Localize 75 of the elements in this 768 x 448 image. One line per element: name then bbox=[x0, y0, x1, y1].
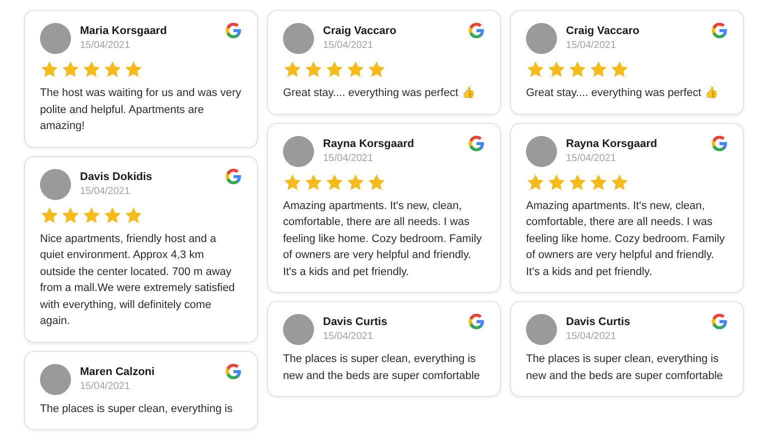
avatar bbox=[526, 136, 557, 166]
review-text: Amazing apartments. It's new, clean, comfortable, there are all needs. I was feeling like home. Cozy bedroom. Family of owners are very helpful and friendly. It's a kids and pet friendly. bbox=[526, 198, 726, 280]
star-icon bbox=[568, 60, 587, 79]
star-icon bbox=[367, 60, 386, 79]
star-icon bbox=[103, 60, 122, 79]
star-icon bbox=[589, 60, 608, 79]
reviewer-name: Rayna Korsgaard bbox=[323, 138, 416, 150]
google-icon bbox=[468, 22, 485, 39]
reviewer-name: Craig Vaccaro bbox=[566, 25, 640, 37]
review-date: 15/04/2021 bbox=[80, 186, 132, 196]
star-icon bbox=[304, 172, 323, 192]
review-text: The host was waiting for us and was very polite and helpful. Apartments are amazing! bbox=[40, 86, 242, 134]
star-icon bbox=[526, 60, 545, 79]
review-date: 15/04/2021 bbox=[80, 380, 132, 392]
review-text: The places is super clean, everything is new and the beds are super comfortable bbox=[526, 352, 724, 384]
star-icon bbox=[40, 206, 59, 224]
review-date: 15/04/2021 bbox=[323, 331, 374, 342]
review-text: Amazing apartments. It's new, clean, comfortable, there are all needs. I was feeling like home. Cozy bedroom. Family of owners are very helpful and friendly. It's a kids and pet friendly. bbox=[283, 198, 483, 280]
star-icon bbox=[610, 60, 629, 79]
avatar bbox=[40, 364, 71, 394]
star-icon bbox=[526, 172, 545, 192]
google-icon bbox=[225, 22, 242, 39]
star-icon bbox=[346, 172, 365, 192]
reviewer-name: Davis Dokidis bbox=[80, 170, 154, 182]
review-text: The places is super clean, everything is new and the beds are super comfortable bbox=[283, 352, 481, 384]
review-date: 15/04/2021 bbox=[566, 152, 618, 164]
google-icon bbox=[225, 362, 242, 380]
star-icon bbox=[547, 172, 566, 192]
star-icon bbox=[124, 206, 143, 224]
avatar bbox=[526, 23, 557, 54]
review-text: The places is super clean, everything is bbox=[40, 402, 234, 416]
reviewer-name: Davis Curtis bbox=[566, 316, 632, 328]
review-date: 15/04/2021 bbox=[566, 40, 618, 51]
star-icon bbox=[367, 172, 386, 192]
star-icon bbox=[40, 60, 59, 79]
review-date: 15/04/2021 bbox=[80, 40, 132, 51]
review-date: 15/04/2021 bbox=[323, 152, 374, 164]
star-icon bbox=[325, 172, 344, 192]
star-icon bbox=[346, 60, 365, 79]
review-text: Great stay.... everything was perfect 👍 bbox=[526, 86, 720, 101]
reviewer-name: Davis Curtis bbox=[323, 316, 388, 328]
avatar bbox=[283, 136, 314, 166]
star-icon bbox=[61, 206, 80, 224]
review-date: 15/04/2021 bbox=[323, 40, 374, 51]
star-icon bbox=[124, 60, 143, 79]
star-icon bbox=[283, 172, 302, 192]
avatar bbox=[40, 23, 71, 54]
google-icon bbox=[468, 134, 485, 152]
avatar bbox=[283, 314, 314, 345]
avatar bbox=[40, 168, 71, 200]
star-icon bbox=[283, 60, 302, 79]
reviewer-name: Rayna Korsgaard bbox=[566, 138, 658, 150]
star-icon bbox=[304, 60, 323, 79]
star-icon bbox=[82, 60, 101, 79]
star-icon bbox=[547, 60, 566, 79]
star-icon bbox=[568, 172, 587, 192]
review-date: 15/04/2021 bbox=[566, 331, 618, 342]
review-text: Great stay.... everything was perfect 👍 bbox=[283, 86, 476, 101]
google-icon bbox=[225, 168, 242, 184]
google-icon bbox=[711, 313, 728, 330]
review-text: Nice apartments, friendly host and a quiet environment. Approx 4,3 km outside the center located. 700 m away from a mall.We were extremely satisfied with everything, will definitely come again. bbox=[40, 232, 236, 329]
star-icon bbox=[61, 60, 80, 79]
google-icon bbox=[711, 22, 728, 39]
reviewer-name: Maren Calzoni bbox=[80, 366, 156, 378]
avatar bbox=[283, 23, 314, 54]
star-icon bbox=[82, 206, 101, 224]
google-icon bbox=[711, 134, 728, 152]
reviewer-name: Maria Korsgaard bbox=[80, 25, 168, 37]
avatar bbox=[526, 314, 557, 345]
star-icon bbox=[103, 206, 122, 224]
star-icon bbox=[610, 172, 629, 192]
reviewer-name: Craig Vaccaro bbox=[323, 25, 398, 37]
google-icon bbox=[468, 313, 485, 330]
star-icon bbox=[325, 60, 344, 79]
star-icon bbox=[589, 172, 608, 192]
